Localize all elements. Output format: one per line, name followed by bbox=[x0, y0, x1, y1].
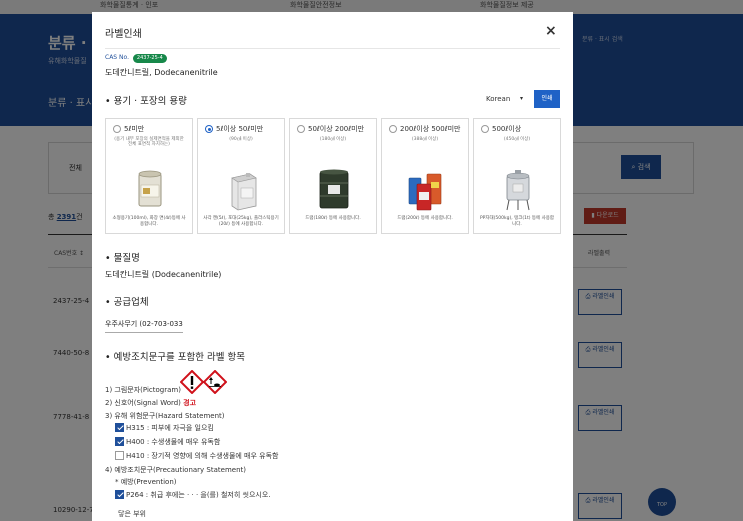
option-description: 드럼(180ℓ) 등에 사용합니다. bbox=[305, 216, 361, 221]
option-label: 50ℓ이상 200ℓ미만 bbox=[308, 125, 365, 133]
caret-down-icon[interactable]: ▾ bbox=[520, 95, 523, 102]
radio-button[interactable] bbox=[481, 125, 489, 133]
paint-can-icon bbox=[138, 170, 162, 207]
option-subtext: (450㎠ 이상) bbox=[503, 137, 531, 142]
precaution-next-item: 닿은 부위 bbox=[118, 510, 146, 518]
drums-icon bbox=[408, 173, 442, 211]
language-select[interactable]: Korean bbox=[486, 95, 510, 103]
option-label: 5ℓ이상 50ℓ미만 bbox=[216, 125, 264, 133]
option-subtext: (388㎠ 이상) bbox=[411, 137, 439, 142]
section-title-substance: 물질명 bbox=[105, 250, 140, 264]
option-label: 200ℓ이상 500ℓ미만 bbox=[400, 125, 461, 133]
section-title-label-items: 예방조치문구를 포함한 라벨 항목 bbox=[105, 349, 245, 363]
precaution-heading: 4) 예방조치문구(Precautionary Statement) bbox=[105, 466, 246, 474]
section-title-supplier: 공급업체 bbox=[105, 294, 149, 308]
square-can-icon bbox=[231, 173, 257, 211]
container-option[interactable]: 200ℓ이상 500ℓ미만 (388㎠ 이상) 드럼(200ℓ) 등에 사용합니… bbox=[381, 118, 469, 234]
signal-word: 경고 bbox=[183, 399, 197, 407]
container-option[interactable]: 5ℓ이상 50ℓ미만 (90㎠ 이상) 사각 캔(5ℓ), 포대(25kg), … bbox=[197, 118, 285, 234]
container-option[interactable]: 5ℓ미만 (용기 내부 포장의 실제면적을 제외한 전체 표면적 자치하는) 소… bbox=[105, 118, 193, 234]
pictogram-row: 1) 그림문자(Pictogram) bbox=[105, 386, 181, 394]
option-subtext: (용기 내부 포장의 실제면적을 제외한 전체 표면적 자치하는) bbox=[114, 137, 184, 147]
option-label: 5ℓ미만 bbox=[124, 125, 145, 133]
exclamation-hazard-icon bbox=[180, 370, 204, 394]
container-option[interactable]: 50ℓ이상 200ℓ미만 (180㎠ 이상) 드럼(180ℓ) 등에 사용합니다… bbox=[289, 118, 377, 234]
checkbox-checked[interactable] bbox=[115, 489, 124, 499]
checkbox-unchecked[interactable] bbox=[115, 450, 124, 460]
drum-icon bbox=[319, 169, 349, 209]
print-button[interactable]: 인쇄 bbox=[534, 90, 560, 108]
option-description: PP자대(500kg), 탱크(1t) 등에 사용합니다. bbox=[479, 216, 555, 227]
label-print-modal: 라벨인쇄 × CAS No. 2437-25-4 도데칸니트릴, Dodecan… bbox=[92, 12, 573, 521]
section-title-container: 용기 · 포장의 용량 bbox=[105, 93, 187, 107]
radio-button[interactable] bbox=[113, 125, 121, 133]
hazard-item[interactable]: H410 : 장기적 영향에 의해 수생생물에 매우 유독함 bbox=[115, 450, 278, 461]
option-description: 소형용기(100ml), 화장 면(4ℓ)등에 사용합니다. bbox=[112, 216, 186, 227]
prevention-subheading: * 예방(Prevention) bbox=[115, 478, 177, 486]
modal-title: 라벨인쇄 bbox=[105, 29, 142, 40]
option-description: 드럼(200ℓ) 등에 사용합니다. bbox=[397, 216, 453, 221]
hazard-item[interactable]: H315 : 피부에 자극을 일으킴 bbox=[115, 422, 214, 433]
option-subtext: (90㎠ 이상) bbox=[229, 137, 253, 142]
option-label: 500ℓ이상 bbox=[492, 125, 522, 133]
cas-badge: 2437-25-4 bbox=[132, 54, 167, 63]
precaution-item[interactable]: P264 : 취급 후에는 · · · 을(를) 철저히 씻으시오. bbox=[115, 489, 271, 500]
radio-button[interactable] bbox=[297, 125, 305, 133]
environment-hazard-icon bbox=[203, 370, 227, 394]
hazard-item[interactable]: H400 : 수생생물에 매우 유독함 bbox=[115, 436, 220, 447]
cas-number: CAS No. 2437-25-4 bbox=[105, 54, 167, 63]
hazard-statement-heading: 3) 유해 위험문구(Hazard Statement) bbox=[105, 412, 225, 420]
checkbox-checked[interactable] bbox=[115, 436, 124, 446]
container-option[interactable]: 500ℓ이상 (450㎠ 이상) PP자대(500kg), 탱크(1t) 등에 … bbox=[473, 118, 561, 234]
substance-name: 도데칸니트릴, Dodecanenitrile bbox=[105, 68, 218, 77]
radio-button[interactable] bbox=[389, 125, 397, 133]
substance-full-name: 도데칸니트릴 (Dodecanenitrile) bbox=[105, 270, 222, 279]
radio-button-selected[interactable] bbox=[205, 125, 213, 133]
signal-word-row: 2) 신호어(Signal Word) 경고 bbox=[105, 399, 197, 407]
option-subtext: (180㎠ 이상) bbox=[319, 137, 347, 142]
tank-icon bbox=[506, 170, 530, 211]
close-icon[interactable]: × bbox=[545, 24, 557, 38]
divider bbox=[105, 48, 560, 49]
checkbox-checked[interactable] bbox=[115, 422, 124, 432]
supplier-input[interactable]: 우주사무기 (02-703-0332 bbox=[105, 315, 183, 333]
option-description: 사각 캔(5ℓ), 포대(25kg), 플라스틱용기(20ℓ) 등에 사용합니다… bbox=[203, 216, 279, 227]
